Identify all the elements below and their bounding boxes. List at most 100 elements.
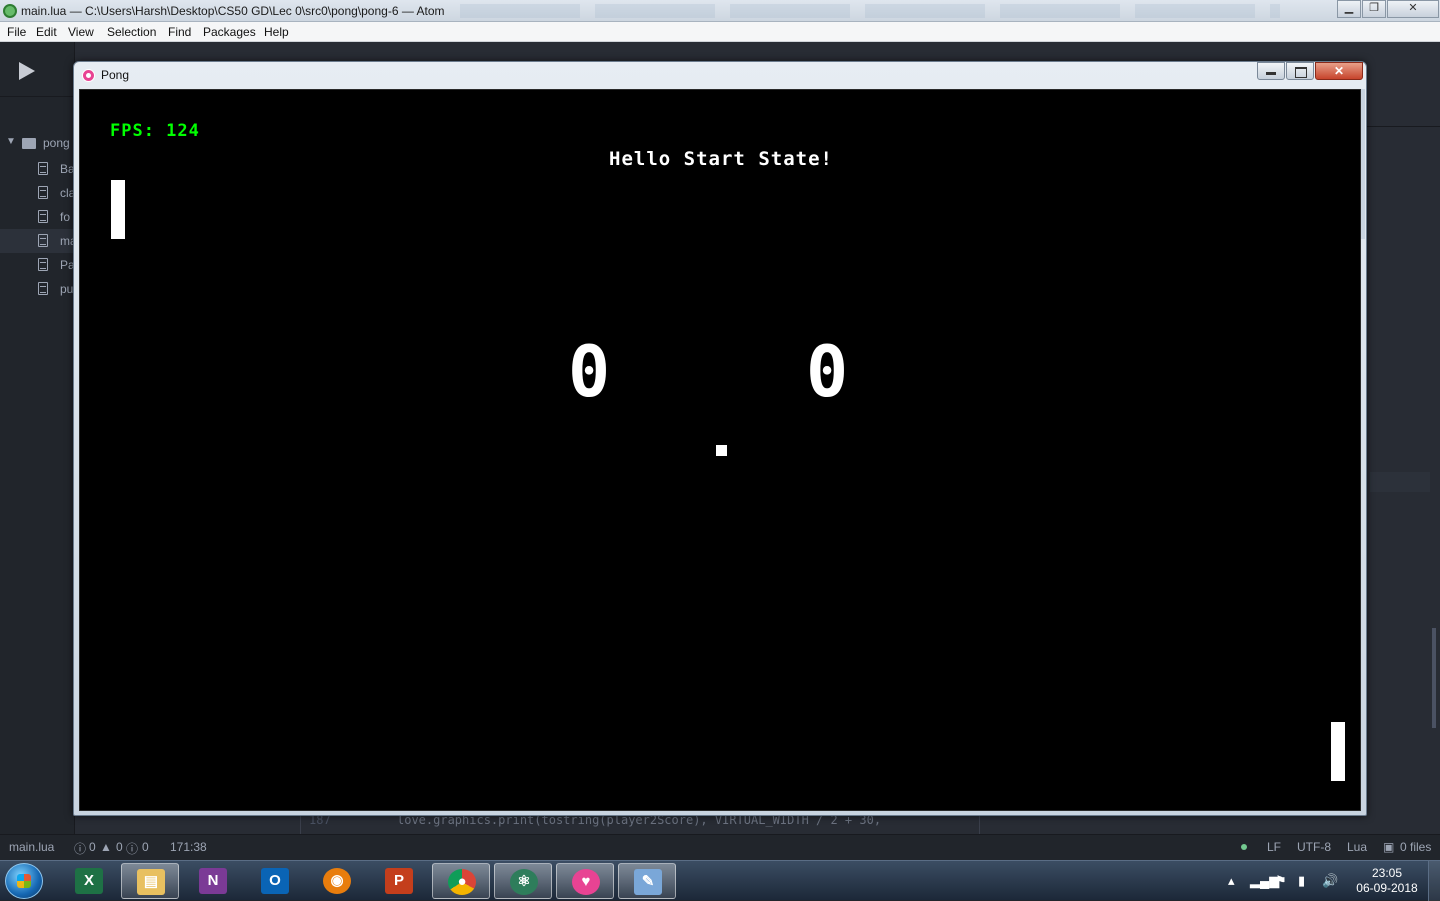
menu-find[interactable]: Find xyxy=(168,25,191,39)
atom-maximize-button[interactable]: ❐ xyxy=(1362,0,1386,18)
tree-file[interactable]: pu xyxy=(0,277,75,301)
menu-edit[interactable]: Edit xyxy=(36,25,57,39)
pong-edge-strip xyxy=(1361,89,1365,239)
run-play-icon[interactable] xyxy=(19,62,35,80)
fps-counter: FPS: 124 xyxy=(110,121,200,141)
action-center-flag-icon[interactable]: ⚑ xyxy=(1275,873,1287,889)
menu-packages[interactable]: Packages xyxy=(203,25,256,39)
file-text-icon xyxy=(38,234,48,247)
game-canvas[interactable]: FPS: 124 Hello Start State! 0 0 xyxy=(79,89,1361,811)
file-text-icon xyxy=(38,258,48,271)
tree-folder-label: pong xyxy=(43,136,70,150)
status-info-count: 0 xyxy=(142,840,149,854)
editor-scrollbar[interactable] xyxy=(1432,628,1436,728)
clock-time: 23:05 xyxy=(1371,866,1403,880)
tree-file-label: pu xyxy=(60,282,74,296)
volume-icon[interactable]: 🔊 xyxy=(1322,873,1338,889)
tree-file-selected[interactable]: ma xyxy=(0,229,75,253)
taskbar-explorer[interactable]: ▤ xyxy=(121,863,179,899)
tree-file[interactable]: Pa xyxy=(0,253,75,277)
tray-expand-icon[interactable]: ▴ xyxy=(1228,873,1235,889)
status-cursor-position[interactable]: 171:38 xyxy=(170,840,207,854)
status-warning-count: 0 xyxy=(116,840,123,854)
status-bar: main.lua ⓘ 0 ▲ 0 ⓘ 0 171:38 LF UTF-8 Lua… xyxy=(0,834,1440,860)
taskbar-atom[interactable]: ⚛ xyxy=(494,863,552,899)
chrome-icon: ● xyxy=(448,869,476,895)
atom-titlebar: main.lua — C:\Users\Harsh\Desktop\CS50 G… xyxy=(0,0,1440,22)
editor-right-pane xyxy=(1366,42,1440,834)
outlook-icon: O xyxy=(261,868,289,894)
file-text-icon xyxy=(38,186,48,199)
explorer-icon: ▤ xyxy=(137,869,165,895)
menu-view[interactable]: View xyxy=(68,25,94,39)
chevron-down-icon: ▼ xyxy=(6,136,16,147)
pong-close-button[interactable]: ✕ xyxy=(1315,62,1363,80)
atom-app-icon xyxy=(3,4,17,18)
clock[interactable]: 23:05 06-09-2018 xyxy=(1352,866,1422,896)
taskbar-chrome[interactable]: ● xyxy=(432,863,490,899)
taskbar-powerpoint[interactable]: P xyxy=(370,863,428,899)
taskbar-blender[interactable]: ◉ xyxy=(308,863,366,899)
onenote-icon: N xyxy=(199,868,227,894)
git-files-icon[interactable]: ▣ xyxy=(1383,840,1394,854)
show-desktop-button[interactable] xyxy=(1428,861,1440,901)
pong-titlebar[interactable]: Pong ✕ xyxy=(74,62,1366,89)
menu-selection[interactable]: Selection xyxy=(107,25,156,39)
excel-icon: X xyxy=(75,868,103,894)
status-file-name[interactable]: main.lua xyxy=(9,840,54,854)
pong-maximize-button[interactable] xyxy=(1286,62,1314,80)
left-paddle xyxy=(111,180,125,239)
clock-date: 06-09-2018 xyxy=(1356,881,1418,895)
menu-bar: File Edit View Selection Find Packages H… xyxy=(0,22,1440,42)
taskbar: X ▤ N O ◉ P ● ⚛ ♥ ✎ ▴ ▂▄▆ ⚑ ▮ 🔊 23:05 06… xyxy=(0,860,1440,901)
taskbar-outlook[interactable]: O xyxy=(246,863,304,899)
menu-help[interactable]: Help xyxy=(264,25,289,39)
status-git-files[interactable]: 0 files xyxy=(1400,840,1431,854)
start-button[interactable] xyxy=(5,863,43,899)
taskbar-paint[interactable]: ✎ xyxy=(618,863,676,899)
menu-file[interactable]: File xyxy=(7,25,26,39)
file-text-icon xyxy=(38,282,48,295)
status-grammar[interactable]: Lua xyxy=(1347,840,1367,854)
status-warning-icon[interactable]: ▲ xyxy=(100,840,112,854)
tree-file[interactable]: fo xyxy=(0,205,75,229)
tree-file-label: fo xyxy=(60,210,71,224)
blender-icon: ◉ xyxy=(323,868,351,894)
pong-minimize-button[interactable] xyxy=(1257,62,1285,80)
taskbar-love[interactable]: ♥ xyxy=(556,863,614,899)
status-error-icon[interactable]: ⓘ xyxy=(74,840,86,857)
tree-file[interactable]: cla xyxy=(0,181,75,205)
player2-score: 0 xyxy=(806,331,849,413)
ball xyxy=(716,445,727,456)
paint-icon: ✎ xyxy=(634,869,662,895)
file-text-icon xyxy=(38,162,48,175)
tree-divider xyxy=(0,96,75,97)
powerpoint-icon: P xyxy=(385,868,413,894)
tree-file[interactable]: Ba xyxy=(0,157,75,181)
file-text-icon xyxy=(38,210,48,223)
folder-icon xyxy=(22,138,36,149)
git-status-dot-icon xyxy=(1241,844,1247,850)
taskbar-excel[interactable]: X xyxy=(60,863,118,899)
pong-window: Pong ✕ FPS: 124 Hello Start State! 0 0 xyxy=(73,61,1367,816)
love-heart-icon xyxy=(82,69,95,82)
pong-window-title: Pong xyxy=(101,68,130,82)
status-error-count: 0 xyxy=(89,840,96,854)
atom-close-button[interactable]: ✕ xyxy=(1387,0,1439,18)
status-line-ending[interactable]: LF xyxy=(1267,840,1281,854)
player1-score: 0 xyxy=(568,331,611,413)
atom-minimize-button[interactable]: ▁ xyxy=(1337,0,1361,18)
tab-bar-divider xyxy=(1366,126,1440,127)
right-paddle xyxy=(1331,722,1345,781)
battery-icon[interactable]: ▮ xyxy=(1298,873,1305,889)
love-icon: ♥ xyxy=(572,869,600,895)
game-state-message: Hello Start State! xyxy=(609,148,833,170)
tree-folder-pong[interactable]: ▼ pong xyxy=(0,131,75,155)
atom-window-title: main.lua — C:\Users\Harsh\Desktop\CS50 G… xyxy=(21,4,445,18)
status-info-icon[interactable]: ⓘ xyxy=(126,840,138,857)
tree-view: ▼ pong Ba cla fo ma Pa pu xyxy=(0,42,75,834)
background-window-tabs xyxy=(460,4,1280,18)
taskbar-onenote[interactable]: N xyxy=(184,863,242,899)
cursor-line-highlight xyxy=(1370,472,1430,492)
status-encoding[interactable]: UTF-8 xyxy=(1297,840,1331,854)
